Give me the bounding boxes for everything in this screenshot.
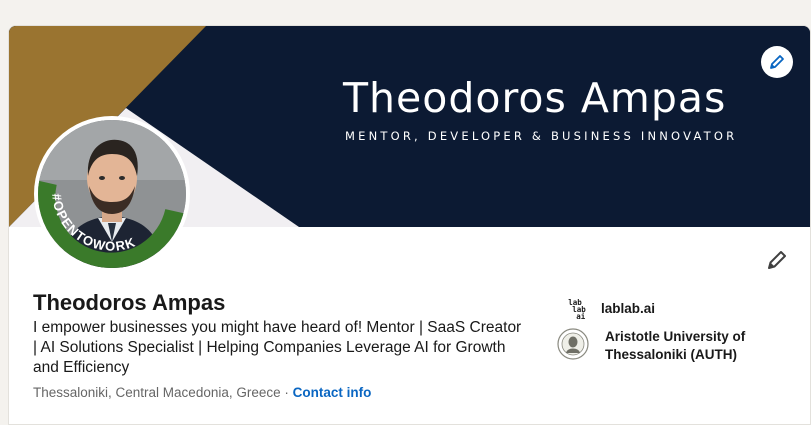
company-name: lablab.ai (601, 301, 656, 316)
education-school-auth[interactable]: Aristotle University of Thessaloniki (AU… (557, 328, 757, 364)
school-name: Aristotle University of Thessaloniki (AU… (605, 329, 746, 362)
location-line: Thessaloniki, Central Macedonia, Greece … (33, 385, 371, 400)
university-seal-icon (557, 328, 589, 360)
profile-photo-image: #OPENTOWORK (38, 120, 186, 268)
experience-company-lablab[interactable]: lab lab ai lablab.ai (561, 293, 655, 325)
profile-headline: I empower businesses you might have hear… (33, 319, 522, 376)
lablab-logo-icon: lab lab ai (561, 293, 593, 325)
contact-info-link[interactable]: Contact info (293, 385, 372, 400)
separator-dot: · (284, 385, 289, 400)
profile-location: Thessaloniki, Central Macedonia, Greece (33, 385, 281, 400)
profile-card: Theodoros Ampas MENTOR, DEVELOPER & BUSI… (8, 25, 811, 425)
lablab-logo-line: ai (576, 311, 586, 321)
profile-name: Theodoros Ampas (33, 290, 226, 315)
avatar: #OPENTOWORK (38, 120, 186, 268)
pencil-icon (768, 251, 786, 269)
banner-title: Theodoros Ampas (343, 74, 727, 122)
banner-subtitle: MENTOR, DEVELOPER & BUSINESS INNOVATOR (345, 129, 738, 143)
profile-photo[interactable]: #OPENTOWORK (34, 116, 190, 272)
pencil-icon (770, 55, 784, 69)
edit-banner-button[interactable] (761, 46, 793, 78)
edit-intro-button[interactable] (761, 244, 793, 276)
